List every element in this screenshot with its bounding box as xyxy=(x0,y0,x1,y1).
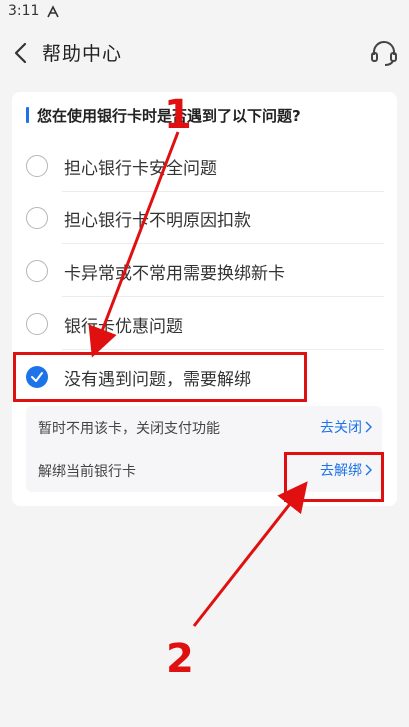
arrow-1 xyxy=(88,131,180,358)
annotation-arrows xyxy=(88,131,308,627)
step-number-2: 2 xyxy=(166,636,194,682)
step-number-1: 1 xyxy=(164,92,192,138)
arrow-2 xyxy=(192,481,308,627)
